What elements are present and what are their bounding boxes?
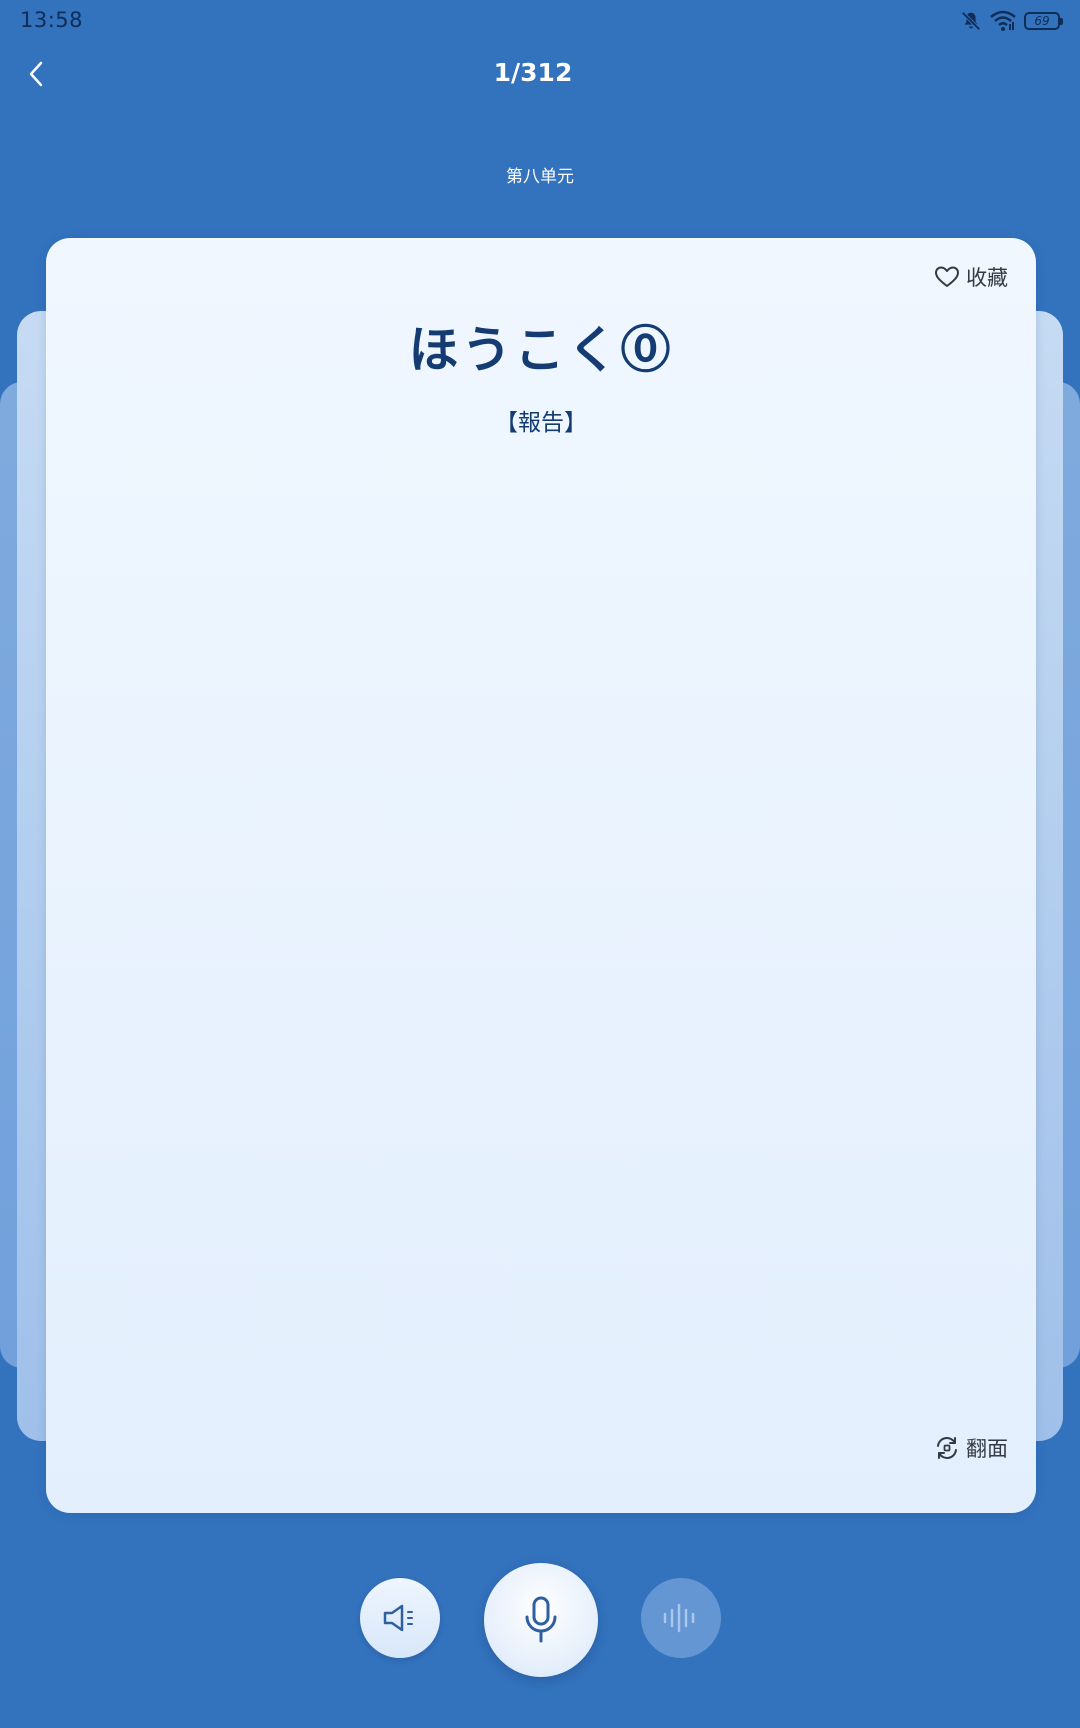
flashcard[interactable]: 收藏 ほうこく⓪ 【報告】 翻面	[46, 238, 1036, 1513]
battery-level: 69	[1034, 14, 1050, 28]
unit-label: 第八单元	[506, 167, 574, 187]
flip-label: 翻面	[966, 1437, 1008, 1461]
flip-button[interactable]: 翻面	[934, 1433, 1008, 1463]
progress-counter: 1/312	[493, 58, 573, 87]
status-icons: 69	[960, 10, 1063, 32]
record-button[interactable]	[484, 1563, 598, 1677]
bell-muted-icon	[960, 10, 982, 32]
word-reading: ほうこく⓪	[408, 321, 674, 379]
favorite-button[interactable]: 收藏	[934, 262, 1008, 292]
microphone-icon	[525, 1596, 557, 1643]
battery-icon: 69	[1024, 12, 1063, 30]
flip-icon	[937, 1437, 957, 1459]
favorite-label: 收藏	[966, 266, 1008, 290]
play-audio-button[interactable]	[360, 1578, 440, 1658]
status-time: 13:58	[20, 8, 84, 32]
heart-icon	[935, 266, 959, 287]
word-kanji: 【報告】	[495, 410, 587, 436]
speaker-icon	[383, 1604, 413, 1632]
playback-recording-button[interactable]	[641, 1578, 721, 1658]
status-bar: 13:58 69	[0, 0, 1080, 44]
wifi-icon	[990, 10, 1016, 32]
screen: 13:58 69 1/312 第八单元 收藏 ほうこく⓪ 【報告】 翻面	[0, 0, 1080, 1728]
waveform-icon	[663, 1603, 695, 1633]
